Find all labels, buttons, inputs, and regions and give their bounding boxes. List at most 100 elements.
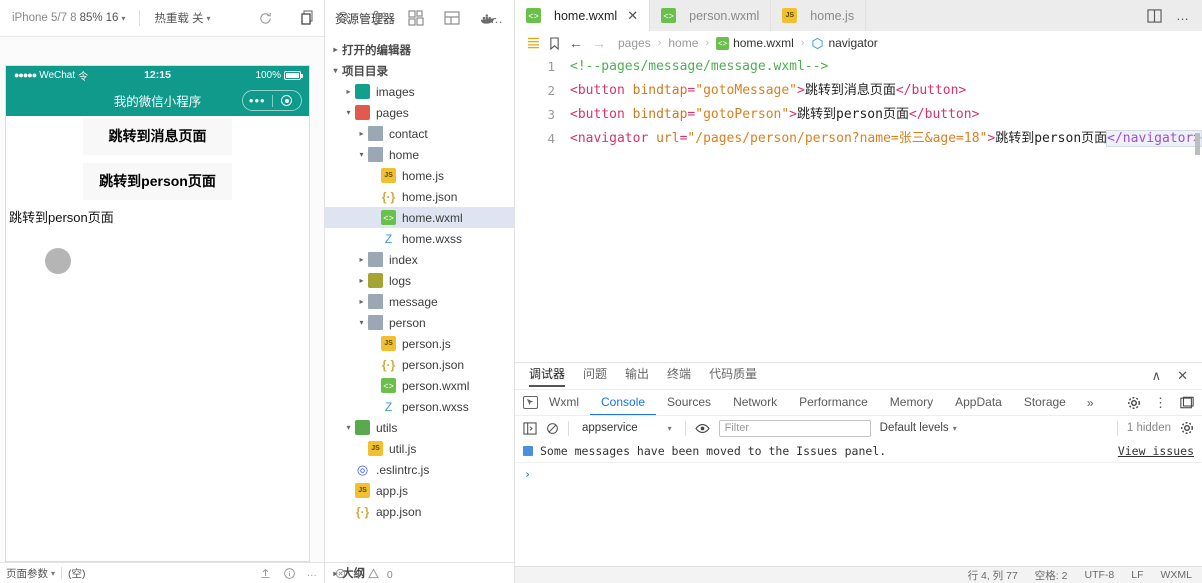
console-filter-input[interactable]: Filter [718, 419, 871, 437]
tree-item-contact[interactable]: ▸ contact [325, 123, 514, 144]
bookmark-icon[interactable] [549, 36, 560, 50]
devtools-tab-sources[interactable]: Sources [656, 390, 722, 416]
line-content[interactable]: <navigator url="/pages/person/person?nam… [570, 127, 1202, 151]
chevron-down-icon[interactable]: ▾ [355, 150, 368, 159]
devtools-settings-icon[interactable] [1127, 396, 1141, 410]
console-levels-select[interactable]: Default levels ▾ [880, 422, 957, 434]
breadcrumb-item-pages[interactable]: pages [618, 36, 651, 50]
dock-tab-4[interactable]: 代码质量 [709, 365, 757, 387]
tree-item-app-json[interactable]: {·} app.json [325, 501, 514, 522]
inspect-element-icon[interactable] [523, 396, 538, 409]
tree-item-home[interactable]: ▾ home [325, 144, 514, 165]
device-selector[interactable]: iPhone 5/7 8 85% 16 ▾ [8, 10, 129, 26]
docker-icon[interactable] [480, 10, 497, 26]
tree-item-index[interactable]: ▸ index [325, 249, 514, 270]
breadcrumb-item-home[interactable]: home [668, 36, 698, 50]
tree-item-logs[interactable]: ▸ logs [325, 270, 514, 291]
tree-item-person-json[interactable]: {·} person.json [325, 354, 514, 375]
tree-item-person-js[interactable]: JS person.js [325, 333, 514, 354]
console-sidebar-icon[interactable] [523, 421, 537, 435]
console-context-select[interactable]: appservice ▾ [578, 421, 676, 435]
problems-indicator[interactable]: 0 0 [335, 568, 393, 581]
devtools-overflow-icon[interactable]: » [1077, 396, 1104, 410]
console-settings-icon[interactable] [1180, 421, 1194, 435]
info-icon[interactable] [283, 567, 296, 580]
person-navigator-link[interactable]: 跳转到person页面 [6, 208, 309, 229]
section-project-dir[interactable]: ▾ 项目目录 [325, 60, 514, 81]
clear-console-icon[interactable] [546, 422, 559, 435]
dock-tab-1[interactable]: 问题 [583, 365, 607, 387]
line-content[interactable]: <button bindtap="gotoPerson">跳转到person页面… [570, 103, 979, 127]
cursor-position[interactable]: 行 4, 列 77 [968, 568, 1018, 583]
git-branch-icon[interactable] [372, 10, 388, 26]
encoding-setting[interactable]: UTF-8 [1084, 569, 1114, 581]
chevron-down-icon[interactable]: ▾ [342, 108, 355, 117]
tree-item-app-js[interactable]: JS app.js [325, 480, 514, 501]
close-panel-icon[interactable]: ✕ [1177, 368, 1188, 384]
dock-tab-2[interactable]: 输出 [625, 365, 649, 387]
view-issues-link[interactable]: View issues [1118, 444, 1194, 458]
upload-icon[interactable] [259, 567, 272, 580]
console-output[interactable]: Some messages have been moved to the Iss… [515, 440, 1202, 566]
tree-item--eslintrc-js[interactable]: ◎ .eslintrc.js [325, 459, 514, 480]
chevron-down-icon[interactable]: ▾ [342, 423, 355, 432]
chevron-right-icon[interactable]: ▸ [342, 87, 355, 96]
back-icon[interactable]: ← [569, 35, 583, 51]
devtools-tab-network[interactable]: Network [722, 390, 788, 416]
collapse-panel-icon[interactable]: ∧ [1152, 368, 1162, 384]
tree-item-home-wxss[interactable]: Zhome.wxss [325, 228, 514, 249]
dock-side-icon[interactable] [1180, 396, 1194, 409]
chevron-right-icon[interactable]: ▸ [355, 129, 368, 138]
section-open-editors[interactable]: ▸ 打开的编辑器 [325, 39, 514, 60]
language-mode[interactable]: WXML [1161, 569, 1193, 581]
tree-item-person[interactable]: ▾ person [325, 312, 514, 333]
editor-tab-home-wxml[interactable]: <> home.wxml ✕ [515, 0, 651, 31]
close-tab-icon[interactable]: ✕ [627, 8, 638, 24]
tree-item-utils[interactable]: ▾ utils [325, 417, 514, 438]
dock-tab-3[interactable]: 终端 [667, 365, 691, 387]
line-content[interactable]: <!--pages/message/message.wxml--> [570, 55, 828, 79]
close-button[interactable] [273, 95, 302, 106]
page-params-selector[interactable]: 页面参数 ▾ [6, 566, 55, 581]
chevron-right-icon[interactable]: ▸ [355, 276, 368, 285]
menu-button[interactable]: ••• [243, 94, 272, 107]
goto-message-button[interactable]: 跳转到消息页面 [83, 118, 232, 155]
tree-item-home-json[interactable]: {·} home.json [325, 186, 514, 207]
tree-item-message[interactable]: ▸ message [325, 291, 514, 312]
chevron-right-icon[interactable]: ▸ [355, 255, 368, 264]
eol-setting[interactable]: LF [1131, 569, 1143, 581]
code-editor[interactable]: 1 <!--pages/message/message.wxml--> 2 <butt… [515, 55, 1202, 362]
breadcrumb-item-home-wxml[interactable]: <> home.wxml [716, 36, 794, 50]
indent-setting[interactable]: 空格: 2 [1035, 568, 1068, 583]
chevron-down-icon[interactable]: ▾ [355, 318, 368, 327]
goto-person-button[interactable]: 跳转到person页面 [83, 162, 232, 200]
tree-item-person-wxss[interactable]: Zperson.wxss [325, 396, 514, 417]
devtools-tab-memory[interactable]: Memory [879, 390, 944, 416]
hot-reload-selector[interactable]: 热重载 关 ▾ [150, 8, 214, 28]
chevron-right-icon[interactable]: ▸ [355, 297, 368, 306]
files-icon[interactable] [300, 10, 316, 26]
editor-tab-person-wxml[interactable]: <> person.wxml [650, 0, 772, 31]
extensions-icon[interactable] [408, 10, 424, 26]
line-content[interactable]: <button bindtap="gotoMessage">跳转到消息页面</b… [570, 79, 966, 103]
forward-icon[interactable]: → [592, 35, 606, 51]
tree-item-person-wxml[interactable]: <> person.wxml [325, 375, 514, 396]
tree-item-home-wxml[interactable]: <> home.wxml [325, 207, 514, 228]
devtools-tab-storage[interactable]: Storage [1013, 390, 1077, 416]
console-prompt[interactable]: › [515, 463, 1202, 485]
editor-tab-home-js[interactable]: JS home.js [771, 0, 867, 31]
tree-item-home-js[interactable]: JS home.js [325, 165, 514, 186]
devtools-tab-appdata[interactable]: AppData [944, 390, 1013, 416]
tree-item-pages[interactable]: ▾ pages [325, 102, 514, 123]
capsule-buttons[interactable]: ••• [242, 90, 302, 111]
devtools-tab-console[interactable]: Console [590, 390, 657, 416]
console-eye-icon[interactable] [694, 422, 710, 435]
breadcrumb-item-navigator[interactable]: navigator [811, 36, 878, 50]
more-icon[interactable]: … [307, 567, 319, 579]
more-actions-icon[interactable]: … [1176, 8, 1190, 23]
split-editor-icon[interactable] [1147, 8, 1162, 23]
devtools-menu-icon[interactable]: ⋮ [1154, 395, 1167, 411]
refresh-icon[interactable] [258, 11, 273, 26]
devtools-tab-wxml[interactable]: Wxml [538, 390, 590, 416]
search-icon[interactable] [336, 10, 352, 26]
